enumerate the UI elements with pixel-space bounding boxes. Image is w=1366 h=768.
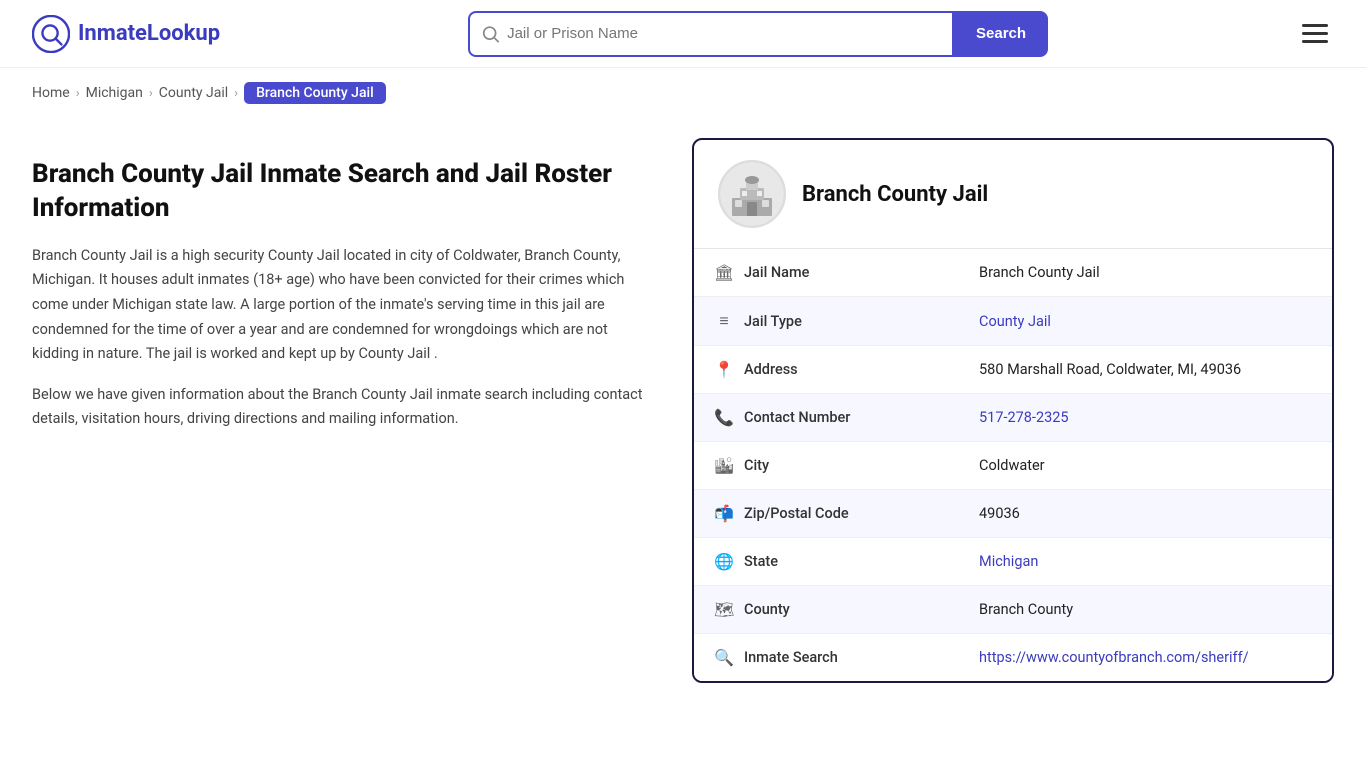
row-value[interactable]: https://www.countyofbranch.com/sheriff/ xyxy=(959,634,1332,682)
row-label: Jail Name xyxy=(744,264,809,281)
card-header: Branch County Jail xyxy=(694,140,1332,249)
table-row: 🗺 County Branch County xyxy=(694,586,1332,634)
row-label: Address xyxy=(744,361,798,378)
row-link[interactable]: Michigan xyxy=(979,553,1038,570)
logo-icon xyxy=(32,15,70,53)
row-icon: 🌐 xyxy=(714,552,734,571)
row-link[interactable]: 517-278-2325 xyxy=(979,409,1069,426)
table-row: ≡ Jail Type County Jail xyxy=(694,297,1332,346)
row-label: Inmate Search xyxy=(744,649,838,666)
breadcrumb-home[interactable]: Home xyxy=(32,85,70,101)
row-icon: 📍 xyxy=(714,360,734,379)
row-link[interactable]: County Jail xyxy=(979,313,1051,330)
row-value: 49036 xyxy=(959,490,1332,538)
page-description-1: Branch County Jail is a high security Co… xyxy=(32,244,652,367)
row-value: Coldwater xyxy=(959,442,1332,490)
row-value: Branch County xyxy=(959,586,1332,634)
row-icon: 📞 xyxy=(714,408,734,427)
search-icon xyxy=(482,25,499,43)
breadcrumb-michigan[interactable]: Michigan xyxy=(86,85,143,101)
chevron-icon: › xyxy=(234,86,238,101)
table-row: 🔍 Inmate Search https://www.countyofbranch… xyxy=(694,634,1332,682)
table-row: 🏛 Jail Name Branch County Jail xyxy=(694,249,1332,297)
logo[interactable]: InmateLookup xyxy=(32,15,220,53)
menu-icon[interactable] xyxy=(1296,18,1334,49)
table-row: 🏙 City Coldwater xyxy=(694,442,1332,490)
table-row: 📍 Address 580 Marshall Road, Coldwater, MI… xyxy=(694,346,1332,394)
page-title: Branch County Jail Inmate Search and Jai… xyxy=(32,158,652,226)
info-card: Branch County Jail 🏛 Jail Name Branch Coun… xyxy=(692,138,1334,683)
row-value[interactable]: County Jail xyxy=(959,297,1332,346)
search-input[interactable] xyxy=(507,25,940,42)
breadcrumb-county-jail[interactable]: County Jail xyxy=(159,85,228,101)
main-layout: Branch County Jail Inmate Search and Jai… xyxy=(0,118,1366,723)
search-bar: Search xyxy=(468,11,1048,57)
table-row: 📬 Zip/Postal Code 49036 xyxy=(694,490,1332,538)
table-row: 🌐 State Michigan xyxy=(694,538,1332,586)
chevron-icon: › xyxy=(76,86,80,101)
avatar xyxy=(718,160,786,228)
left-content: Branch County Jail Inmate Search and Jai… xyxy=(32,118,692,448)
row-label: Zip/Postal Code xyxy=(744,505,849,522)
page-description-2: Below we have given information about th… xyxy=(32,383,652,432)
search-button[interactable]: Search xyxy=(954,11,1048,57)
row-icon: 🔍 xyxy=(714,648,734,667)
info-table: 🏛 Jail Name Branch County Jail ≡ Jail Type Co… xyxy=(694,249,1332,681)
row-icon: 🏛 xyxy=(714,263,734,282)
row-label: City xyxy=(744,457,769,474)
row-icon: 🗺 xyxy=(714,600,734,619)
row-value: Branch County Jail xyxy=(959,249,1332,297)
breadcrumb-current: Branch County Jail xyxy=(244,82,386,104)
row-value[interactable]: 517-278-2325 xyxy=(959,394,1332,442)
row-label: Jail Type xyxy=(744,313,802,330)
row-label: State xyxy=(744,553,778,570)
jail-building-image xyxy=(720,162,784,226)
row-icon: 📬 xyxy=(714,504,734,523)
card-title: Branch County Jail xyxy=(802,182,988,207)
row-value[interactable]: Michigan xyxy=(959,538,1332,586)
breadcrumb: Home › Michigan › County Jail › Branch C… xyxy=(0,68,1366,118)
row-icon: 🏙 xyxy=(714,456,734,475)
row-link[interactable]: https://www.countyofbranch.com/sheriff/ xyxy=(979,649,1249,666)
row-label: County xyxy=(744,601,790,618)
chevron-icon: › xyxy=(149,86,153,101)
row-icon: ≡ xyxy=(714,311,734,331)
row-label: Contact Number xyxy=(744,409,850,426)
table-row: 📞 Contact Number 517-278-2325 xyxy=(694,394,1332,442)
row-value: 580 Marshall Road, Coldwater, MI, 49036 xyxy=(959,346,1332,394)
search-input-wrap xyxy=(468,11,954,57)
logo-text: InmateLookup xyxy=(78,21,220,46)
header: InmateLookup Search xyxy=(0,0,1366,68)
